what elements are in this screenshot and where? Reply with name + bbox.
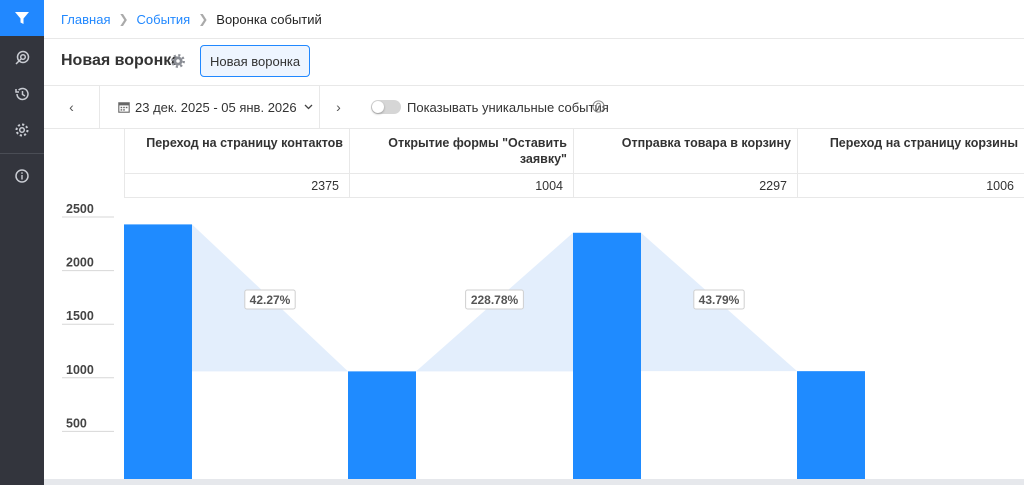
funnel-bar bbox=[573, 232, 641, 479]
date-range-text: 23 дек. 2025 - 05 янв. 2026 bbox=[135, 99, 297, 115]
conversion-label: 43.79% bbox=[699, 293, 740, 307]
y-tick-label: 1000 bbox=[66, 363, 94, 377]
unique-events-toggle[interactable] bbox=[371, 100, 401, 114]
step-value-2: 1004 bbox=[350, 173, 574, 198]
prev-period-button[interactable]: ‹ bbox=[44, 86, 99, 128]
step-value-4: 1006 bbox=[798, 173, 1024, 198]
breadcrumb-current: Воронка событий bbox=[216, 11, 322, 27]
toolbar: ‹ 23 дек. 2025 - 05 янв. 2026 › Показыва… bbox=[44, 86, 1024, 129]
funnel-settings-gear-icon[interactable] bbox=[171, 54, 185, 73]
breadcrumb: Главная ❯ События ❯ Воронка событий bbox=[44, 0, 1024, 39]
sidebar bbox=[0, 0, 44, 485]
funnel-bar bbox=[797, 371, 865, 479]
main-area: Главная ❯ События ❯ Воронка событий Нова… bbox=[44, 0, 1024, 485]
breadcrumb-home-link[interactable]: Главная bbox=[61, 12, 110, 27]
unique-events-label: Показывать уникальные события bbox=[407, 99, 609, 115]
step-value-3: 2297 bbox=[574, 173, 798, 198]
target-icon[interactable] bbox=[0, 40, 44, 76]
chevron-left-icon: ‹ bbox=[69, 99, 74, 115]
funnel-chart: 2500 2000 1500 1000 500 42.27% 228.78% 43.79% bbox=[62, 202, 865, 479]
history-icon[interactable] bbox=[0, 76, 44, 112]
conversion-label: 42.27% bbox=[250, 293, 291, 307]
help-icon[interactable] bbox=[592, 100, 605, 118]
breadcrumb-events-link[interactable]: События bbox=[137, 12, 191, 27]
y-tick-label: 2000 bbox=[66, 256, 94, 270]
next-period-button[interactable]: › bbox=[311, 86, 366, 128]
info-icon[interactable] bbox=[0, 158, 44, 194]
step-header-2: Открытие формы "Оставить заявку" bbox=[350, 129, 574, 173]
funnel-bar bbox=[124, 224, 192, 479]
step-header-4: Переход на страницу корзины bbox=[829, 136, 1018, 150]
bottom-scrollbar bbox=[44, 479, 1024, 485]
funnel-steps-table: Переход на страницу контактов Открытие ф… bbox=[124, 129, 1024, 198]
page-title: Новая воронка bbox=[61, 52, 181, 69]
y-tick-label: 2500 bbox=[66, 202, 94, 216]
conversion-label: 228.78% bbox=[471, 293, 519, 307]
y-tick-label: 500 bbox=[66, 416, 87, 430]
step-header-1: Переход на страницу контактов bbox=[124, 129, 350, 173]
y-tick-label: 1500 bbox=[66, 309, 94, 323]
date-range-picker[interactable]: 23 дек. 2025 - 05 янв. 2026 bbox=[118, 86, 313, 128]
toolbar-divider bbox=[99, 86, 100, 128]
sidebar-divider bbox=[0, 153, 44, 154]
toggle-knob bbox=[372, 101, 384, 113]
funnel-bar bbox=[348, 371, 416, 479]
funnel-icon[interactable] bbox=[0, 0, 44, 36]
calendar-icon bbox=[118, 101, 130, 113]
title-bar: Новая воронка Новая воронка bbox=[44, 39, 1024, 86]
settings-icon[interactable] bbox=[0, 112, 44, 148]
funnel-tab-button[interactable]: Новая воронка bbox=[200, 45, 311, 77]
step-value-1: 2375 bbox=[124, 173, 350, 198]
breadcrumb-chevron-icon: ❯ bbox=[118, 12, 129, 26]
chevron-right-icon: › bbox=[336, 99, 341, 115]
breadcrumb-chevron-icon: ❯ bbox=[198, 12, 209, 26]
step-header-3: Отправка товара в корзину bbox=[574, 129, 798, 173]
